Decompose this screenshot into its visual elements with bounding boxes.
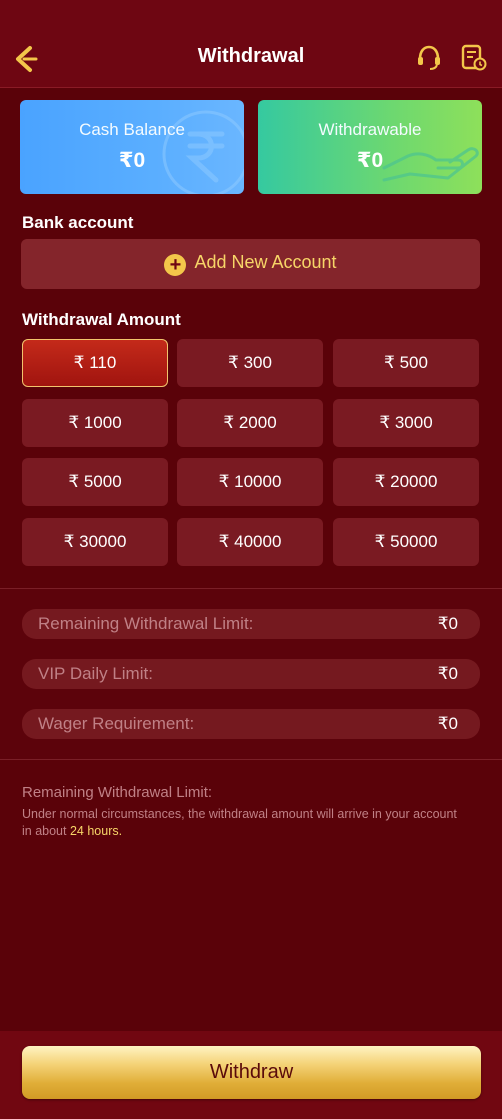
amount-option[interactable]: ₹ 110 xyxy=(22,339,168,387)
notice-text: Under normal circumstances, the withdraw… xyxy=(22,806,462,840)
amount-option[interactable]: ₹ 1000 xyxy=(22,399,168,447)
plus-circle-icon: + xyxy=(164,254,187,276)
amount-option[interactable]: ₹ 500 xyxy=(333,339,479,387)
add-account-label: Add New Account xyxy=(194,252,337,272)
amount-option[interactable]: ₹ 20000 xyxy=(333,458,479,506)
remaining-limit-label: Remaining Withdrawal Limit: xyxy=(38,614,254,633)
add-new-account-button[interactable]: + Add New Account xyxy=(21,239,480,289)
amount-option[interactable]: ₹ 40000 xyxy=(177,518,323,566)
header-bar: Withdrawal xyxy=(0,0,502,88)
bank-account-heading: Bank account xyxy=(22,213,134,232)
amount-option[interactable]: ₹ 30000 xyxy=(22,518,168,566)
amount-option[interactable]: ₹ 300 xyxy=(177,339,323,387)
vip-daily-limit-value: ₹0 xyxy=(437,664,458,683)
headset-icon[interactable] xyxy=(414,42,444,72)
withdrawable-card: Withdrawable ₹0 xyxy=(258,100,482,194)
wager-requirement-label: Wager Requirement: xyxy=(38,714,195,733)
remaining-limit-value: ₹0 xyxy=(437,614,458,633)
vip-daily-limit-row: VIP Daily Limit: ₹0 xyxy=(22,659,480,689)
cash-balance-card: Cash Balance ₹0 xyxy=(20,100,244,194)
withdrawable-label: Withdrawable xyxy=(318,120,422,139)
remaining-limit-row: Remaining Withdrawal Limit: ₹0 xyxy=(22,609,480,639)
notice-highlight: 24 hours. xyxy=(69,824,123,838)
amount-option[interactable]: ₹ 5000 xyxy=(22,458,168,506)
amount-option[interactable]: ₹ 2000 xyxy=(177,399,323,447)
withdrawable-value: ₹0 xyxy=(356,149,384,172)
cash-balance-label: Cash Balance xyxy=(79,120,185,139)
notice-title: Remaining Withdrawal Limit: xyxy=(22,784,213,801)
amount-option[interactable]: ₹ 50000 xyxy=(333,518,479,566)
withdraw-button[interactable]: Withdraw xyxy=(22,1046,481,1099)
vip-daily-limit-label: VIP Daily Limit: xyxy=(38,664,153,683)
withdrawal-amount-heading: Withdrawal Amount xyxy=(22,310,181,329)
records-icon[interactable] xyxy=(458,42,488,72)
wager-requirement-row: Wager Requirement: ₹0 xyxy=(22,709,480,739)
amount-option[interactable]: ₹ 3000 xyxy=(333,399,479,447)
limits-panel: Remaining Withdrawal Limit: ₹0 VIP Daily… xyxy=(0,588,502,760)
wager-requirement-value: ₹0 xyxy=(437,714,458,733)
cash-balance-value: ₹0 xyxy=(118,149,146,172)
amount-option[interactable]: ₹ 10000 xyxy=(177,458,323,506)
footer-bar: Withdraw xyxy=(0,1031,502,1119)
